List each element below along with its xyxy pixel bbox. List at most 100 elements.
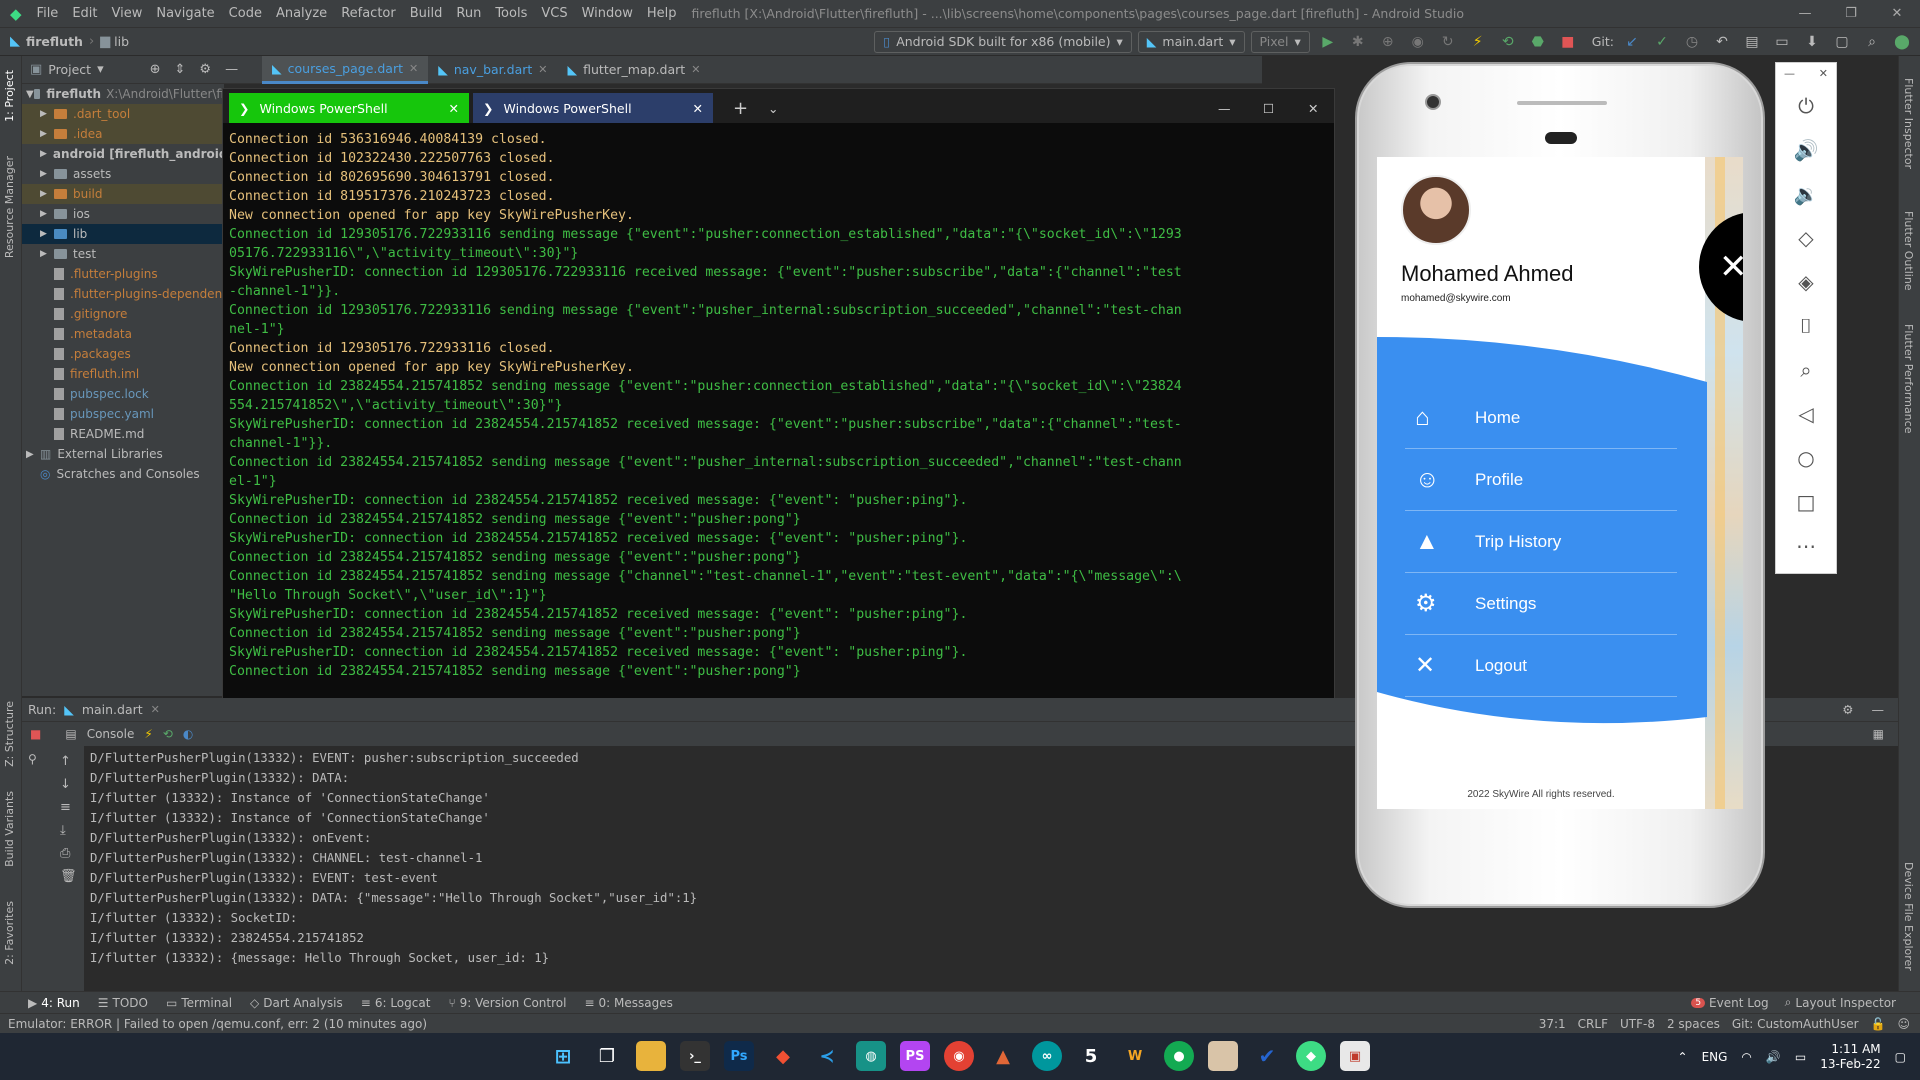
bottom-tab-dart-analysis[interactable]: ◇ Dart Analysis <box>250 996 343 1010</box>
expand-arrow-icon[interactable]: ▶ <box>40 149 47 159</box>
menu-item-window[interactable]: Window <box>575 6 640 21</box>
notifications-icon[interactable]: ▢ <box>1895 1050 1906 1064</box>
tree-item[interactable]: firefluth.iml <box>22 364 224 384</box>
event-log-button[interactable]: 5 Event Log <box>1691 996 1769 1010</box>
avatar[interactable] <box>1401 175 1471 245</box>
overview-icon[interactable]: □ <box>1776 480 1836 524</box>
gear-icon[interactable]: ⚙ <box>199 62 211 77</box>
bottom-tab-4-run[interactable]: ▶ 4: Run <box>28 996 80 1010</box>
collapse-icon[interactable]: ⇕ <box>175 62 186 77</box>
pixel-selector[interactable]: Pixel ▾ <box>1250 30 1310 53</box>
photo-app-icon[interactable] <box>1208 1041 1238 1071</box>
notification-icon[interactable]: ☺ <box>1897 1017 1910 1031</box>
trash-icon[interactable]: 🗑 <box>60 869 77 884</box>
menu-item-build[interactable]: Build <box>403 6 450 21</box>
bottom-tab-9-version-control[interactable]: ⑂ 9: Version Control <box>448 996 566 1010</box>
chrome-icon[interactable]: ◉ <box>944 1041 974 1071</box>
volume-up-icon[interactable]: 🔊 <box>1776 128 1836 172</box>
expand-arrow-icon[interactable]: ▶ <box>40 129 54 139</box>
expand-arrow-icon[interactable]: ▶ <box>40 249 54 259</box>
sdk-manager-icon[interactable]: ⬇ <box>1800 31 1824 53</box>
stop-icon[interactable]: ■ <box>30 727 41 741</box>
git-history-icon[interactable]: ◷ <box>1680 31 1704 53</box>
drawer-item-profile[interactable]: ☺ Profile <box>1405 449 1677 511</box>
flutter-performance-tab[interactable]: Flutter Performance <box>1902 324 1915 433</box>
project-view-selector[interactable]: Project <box>48 62 91 77</box>
lock-icon[interactable]: 🔓 <box>1871 1017 1886 1031</box>
gitkraken-icon[interactable]: ◍ <box>856 1041 886 1071</box>
locate-icon[interactable]: ⊕ <box>150 62 161 77</box>
line-separator[interactable]: CRLF <box>1578 1017 1608 1031</box>
avd-icon[interactable]: ▢ <box>1830 31 1854 53</box>
tree-item[interactable]: pubspec.yaml <box>22 404 224 424</box>
close-window-button[interactable]: ✕ <box>1874 0 1920 28</box>
clock[interactable]: 1:11 AM 13-Feb-22 <box>1820 1042 1880 1072</box>
scroll-down-icon[interactable]: ↓ <box>60 777 77 792</box>
git-commit-icon[interactable]: ✓ <box>1650 31 1674 53</box>
expand-arrow-icon[interactable]: ▶ <box>40 189 54 199</box>
layout-icon[interactable]: ▦ <box>1873 727 1884 741</box>
tree-item[interactable]: ▶ .dart_tool <box>22 104 224 124</box>
mongodb-icon[interactable]: ● <box>1164 1041 1194 1071</box>
terminal-output[interactable]: Connection id 536316946.40084139 closed.… <box>229 130 1329 681</box>
minimize-emulator-icon[interactable]: — <box>1784 67 1795 80</box>
power-icon[interactable]: ⏻ <box>1776 84 1836 128</box>
tree-item[interactable]: ▶ build <box>22 184 224 204</box>
hot-reload-icon[interactable]: ⚡ <box>144 727 152 741</box>
wifi-icon[interactable]: ◠ <box>1741 1050 1751 1064</box>
git-update-icon[interactable]: ↙ <box>1620 31 1644 53</box>
tree-scratches[interactable]: ◎ Scratches and Consoles <box>22 464 224 484</box>
tab-nav-bar[interactable]: ◣ nav_bar.dart ✕ <box>428 56 557 84</box>
tree-item[interactable]: .flutter-plugins <box>22 264 224 284</box>
search-icon[interactable]: ⌕ <box>1860 31 1884 53</box>
todo-icon[interactable]: ✔ <box>1252 1041 1282 1071</box>
resource-manager-tab[interactable]: Resource Manager <box>3 156 16 258</box>
flutter-outline-tab[interactable]: Flutter Outline <box>1902 211 1915 291</box>
cursor-position[interactable]: 37:1 <box>1539 1017 1566 1031</box>
debug-icon[interactable]: ✱ <box>1346 31 1370 53</box>
favorites-tab[interactable]: 2: Favorites <box>3 901 16 965</box>
bottom-tab-terminal[interactable]: ▭ Terminal <box>166 996 232 1010</box>
update-icon[interactable]: ⬤ <box>1890 31 1914 53</box>
tree-external-libraries[interactable]: ▶ ▥ External Libraries <box>22 444 224 464</box>
project-structure-icon[interactable]: ▤ <box>1740 31 1764 53</box>
tree-item[interactable]: ▶ .idea <box>22 124 224 144</box>
android-studio-taskbar-icon[interactable]: ◆ <box>1296 1041 1326 1071</box>
minimize-button[interactable]: — <box>1208 93 1241 123</box>
rotate-left-icon[interactable]: ◇ <box>1776 216 1836 260</box>
hide-icon[interactable]: — <box>225 62 238 77</box>
stop-icon[interactable]: ■ <box>1556 31 1580 53</box>
tab-dropdown-icon[interactable]: ⌄ <box>758 93 788 123</box>
rollback-icon[interactable]: ↶ <box>1710 31 1734 53</box>
matlab-icon[interactable]: ▲ <box>988 1041 1018 1071</box>
file-explorer-icon[interactable] <box>636 1041 666 1071</box>
more-icon[interactable]: ⋯ <box>1776 524 1836 568</box>
run-tab-main[interactable]: main.dart <box>82 702 143 717</box>
windows-start-icon[interactable]: ⊞ <box>548 1041 578 1071</box>
tree-item[interactable]: ▶ ios <box>22 204 224 224</box>
bottom-tab-todo[interactable]: ☰ TODO <box>98 996 148 1010</box>
bottom-tab-0-messages[interactable]: ≡ 0: Messages <box>584 996 672 1010</box>
menu-item-vcs[interactable]: VCS <box>534 6 574 21</box>
new-tab-button[interactable]: + <box>723 93 758 123</box>
hot-restart-icon[interactable]: ⟲ <box>1496 31 1520 53</box>
git-branch[interactable]: Git: CustomAuthUser <box>1732 1017 1859 1031</box>
tree-item[interactable]: .flutter-plugins-dependen <box>22 284 224 304</box>
menu-item-code[interactable]: Code <box>222 6 269 21</box>
expand-arrow-icon[interactable]: ▶ <box>40 169 54 179</box>
volume-down-icon[interactable]: 🔉 <box>1776 172 1836 216</box>
close-window-button[interactable]: ✕ <box>1298 93 1328 123</box>
tree-item[interactable]: pubspec.lock <box>22 384 224 404</box>
console-tab[interactable]: Console <box>87 727 135 741</box>
drawer-item-home[interactable]: ⌂ Home <box>1405 387 1677 449</box>
coverage-icon[interactable]: ◉ <box>1406 31 1430 53</box>
structure-tab[interactable]: Z: Structure <box>3 701 16 767</box>
close-tab-icon[interactable]: ✕ <box>691 63 700 76</box>
restore-button[interactable]: ❐ <box>1828 0 1874 28</box>
breadcrumb-lib[interactable]: lib <box>114 34 129 49</box>
menu-item-run[interactable]: Run <box>449 6 488 21</box>
maximize-button[interactable]: ☐ <box>1253 93 1284 123</box>
git-icon[interactable]: ◆ <box>768 1041 798 1071</box>
tree-root[interactable]: ▼ firefluth X:\Android\Flutter\fi <box>22 84 224 104</box>
arduino-icon[interactable]: ∞ <box>1032 1041 1062 1071</box>
